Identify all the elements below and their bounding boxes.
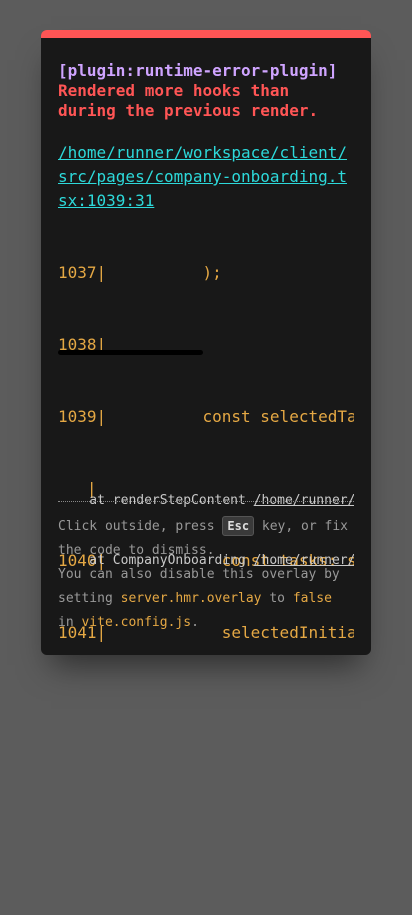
error-file-line[interactable]: src/pages/company-onboarding.t <box>58 165 347 189</box>
tip-text: to <box>261 591 293 606</box>
tip-line: setting server.hmr.overlay to false <box>58 587 354 611</box>
error-message-line: Rendered more hooks than <box>58 81 290 100</box>
error-overlay: [plugin:runtime-error-plugin] Rendered m… <box>41 30 371 655</box>
tip-text: in <box>58 615 82 630</box>
error-message: Rendered more hooks than during the prev… <box>58 81 318 121</box>
tip-line: Click outside, press Esc key, or fix <box>58 515 354 539</box>
tip-text: key, or fix <box>254 519 348 534</box>
code-frame-line: 1039| const selectedTa <box>58 407 354 426</box>
tip-line: You can also disable this overlay by <box>58 567 340 582</box>
dismiss-tip: Click outside, press Esc key, or fix the… <box>58 515 354 635</box>
code-frame-line: 1037| ); <box>58 263 222 282</box>
tip-text: Click outside, press <box>58 519 223 534</box>
tip-divider <box>58 501 354 502</box>
error-file-line[interactable]: sx:1039:31 <box>58 189 347 213</box>
value-code: false <box>292 591 332 606</box>
tip-line: the code to dismiss. <box>58 543 215 558</box>
config-code: vite.config.js <box>81 615 192 630</box>
code-frame-scrollbar[interactable] <box>58 350 203 355</box>
error-file-link[interactable]: /home/runner/workspace/client/ src/pages… <box>58 141 347 213</box>
plugin-name: [plugin:runtime-error-plugin] <box>58 61 338 80</box>
error-message-line: during the previous render. <box>58 101 319 120</box>
esc-key: Esc <box>222 516 255 536</box>
tip-text: setting <box>58 591 121 606</box>
error-file-line[interactable]: /home/runner/workspace/client/ <box>58 141 347 165</box>
setting-code: server.hmr.overlay <box>120 591 262 606</box>
tip-line: in vite.config.js. <box>58 611 354 635</box>
tip-text: . <box>191 615 199 630</box>
